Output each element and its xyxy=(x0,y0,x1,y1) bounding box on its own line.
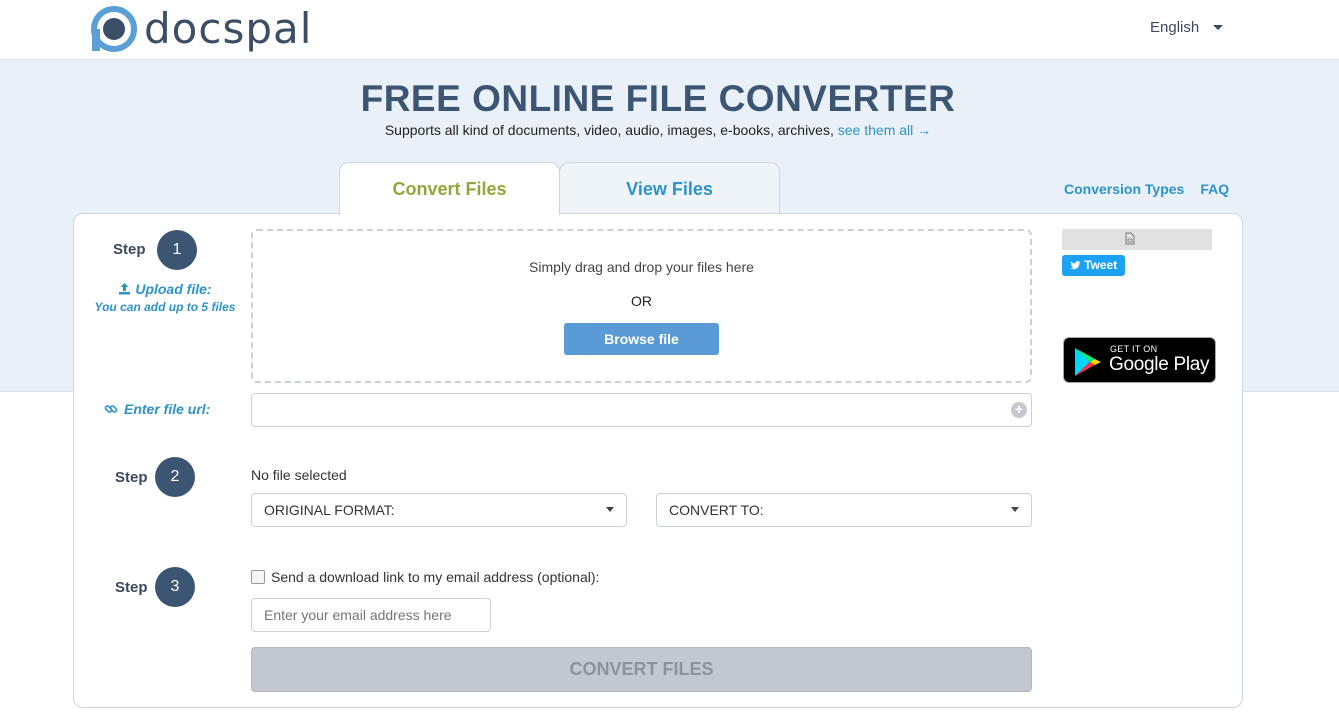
original-format-select[interactable]: ORIGINAL FORMAT: xyxy=(251,493,627,527)
upload-hint: You can add up to 5 files xyxy=(94,300,236,314)
browse-file-button[interactable]: Browse file xyxy=(564,323,719,355)
chevron-down-icon xyxy=(606,507,614,512)
step-2-badge: 2 xyxy=(155,457,195,497)
email-checkbox-label: Send a download link to my email address… xyxy=(271,569,600,585)
converter-panel: Step 1 Upload file: You can add up to 5 … xyxy=(73,213,1243,708)
tweet-button[interactable]: Tweet xyxy=(1062,255,1125,276)
language-label: English xyxy=(1150,19,1200,36)
faq-link[interactable]: FAQ xyxy=(1200,181,1229,197)
convert-files-button[interactable]: CONVERT FILES xyxy=(251,647,1032,692)
gplay-big-text: Google Play xyxy=(1109,354,1210,375)
tweet-label: Tweet xyxy=(1084,258,1118,272)
step-3-badge: 3 xyxy=(155,567,195,607)
conversion-types-link[interactable]: Conversion Types xyxy=(1064,181,1184,197)
add-url-plus-icon[interactable]: + xyxy=(1011,402,1027,418)
no-file-selected-text: No file selected xyxy=(251,467,347,483)
dropzone-or: OR xyxy=(631,293,652,309)
file-dropzone[interactable]: Simply drag and drop your files here OR … xyxy=(251,229,1032,383)
upload-icon xyxy=(119,283,131,295)
file-url-input[interactable]: + xyxy=(251,393,1032,427)
convert-to-select[interactable]: CONVERT TO: xyxy=(656,493,1032,527)
url-label: Enter file url: xyxy=(104,401,210,417)
chevron-down-icon xyxy=(1213,25,1224,30)
gplay-small-text: GET IT ON xyxy=(1110,344,1158,354)
subtitle-text: Supports all kind of documents, video, a… xyxy=(384,122,834,138)
upload-label-text: Upload file: xyxy=(135,281,212,297)
step-2-label: Step xyxy=(115,469,148,486)
step-1-badge: 1 xyxy=(157,230,197,270)
see-them-all-link[interactable]: see them all → xyxy=(838,122,931,138)
link-icon xyxy=(104,405,118,413)
language-selector[interactable]: English xyxy=(1150,19,1224,36)
upload-label: Upload file: You can add up to 5 files xyxy=(90,281,240,314)
step-1-label: Step xyxy=(113,241,146,258)
email-checkbox[interactable] xyxy=(251,570,265,584)
google-play-badge[interactable]: GET IT ON Google Play xyxy=(1063,337,1216,383)
dropzone-text: Simply drag and drop your files here xyxy=(529,259,754,275)
chevron-down-icon xyxy=(1011,507,1019,512)
step-3-label: Step xyxy=(115,579,148,596)
page-subtitle: Supports all kind of documents, video, a… xyxy=(0,122,1316,138)
original-format-label: ORIGINAL FORMAT: xyxy=(264,502,395,518)
email-field[interactable] xyxy=(251,598,491,632)
tab-convert-files[interactable]: Convert Files xyxy=(339,162,560,215)
share-bar[interactable] xyxy=(1062,229,1212,250)
google-play-icon xyxy=(1075,348,1101,376)
docspal-logo-icon xyxy=(90,5,138,53)
site-header: docspal English xyxy=(0,0,1339,60)
twitter-icon xyxy=(1070,261,1081,270)
tab-view-files[interactable]: View Files xyxy=(559,162,780,214)
logo[interactable]: docspal xyxy=(90,4,312,54)
page-title: FREE ONLINE FILE CONVERTER xyxy=(360,78,956,119)
url-label-text: Enter file url: xyxy=(124,401,211,417)
logo-text: docspal xyxy=(144,4,313,53)
top-links: Conversion Types FAQ xyxy=(1064,181,1229,197)
convert-to-label: CONVERT TO: xyxy=(669,502,764,518)
document-icon xyxy=(1125,232,1135,245)
email-option-row: Send a download link to my email address… xyxy=(251,569,599,585)
